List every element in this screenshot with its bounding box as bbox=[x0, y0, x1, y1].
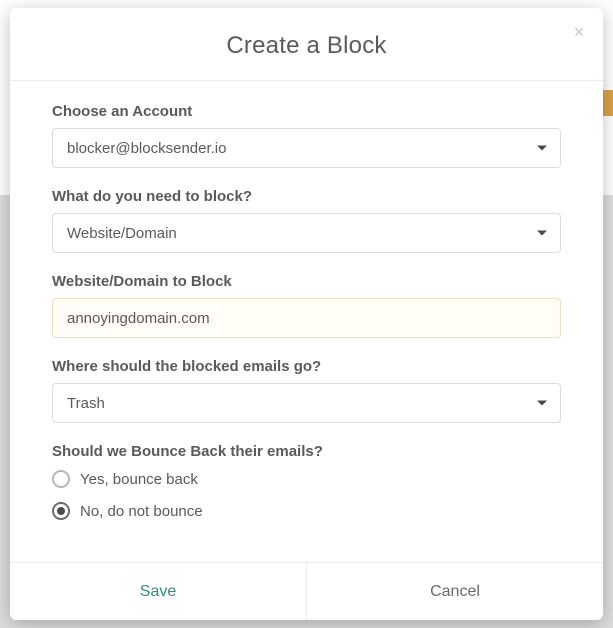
bounce-no-radio[interactable]: No, do not bounce bbox=[52, 502, 561, 520]
modal-title: Create a Block bbox=[30, 32, 583, 60]
account-label: Choose an Account bbox=[52, 103, 561, 120]
destination-field: Where should the blocked emails go? Tras… bbox=[52, 358, 561, 423]
destination-label: Where should the blocked emails go? bbox=[52, 358, 561, 375]
modal-header: Create a Block × bbox=[10, 8, 603, 81]
block-type-label: What do you need to block? bbox=[52, 188, 561, 205]
save-button[interactable]: Save bbox=[10, 563, 307, 620]
account-select[interactable]: blocker@blocksender.io bbox=[52, 128, 561, 168]
block-type-field: What do you need to block? Website/Domai… bbox=[52, 188, 561, 253]
radio-dot-icon bbox=[57, 507, 65, 515]
cancel-button[interactable]: Cancel bbox=[307, 563, 603, 620]
block-type-select-wrap: Website/Domain bbox=[52, 213, 561, 253]
bounce-radio-group: Yes, bounce back No, do not bounce bbox=[52, 470, 561, 520]
account-field: Choose an Account blocker@blocksender.io bbox=[52, 103, 561, 168]
block-type-select[interactable]: Website/Domain bbox=[52, 213, 561, 253]
modal-body: Choose an Account blocker@blocksender.io… bbox=[10, 81, 603, 562]
bounce-yes-radio[interactable]: Yes, bounce back bbox=[52, 470, 561, 488]
target-input[interactable] bbox=[52, 298, 561, 338]
background-badge bbox=[603, 90, 613, 116]
account-select-value: blocker@blocksender.io bbox=[67, 140, 226, 157]
bounce-yes-label: Yes, bounce back bbox=[80, 471, 198, 488]
bounce-label: Should we Bounce Back their emails? bbox=[52, 443, 561, 460]
bounce-field: Should we Bounce Back their emails? Yes,… bbox=[52, 443, 561, 520]
destination-select[interactable]: Trash bbox=[52, 383, 561, 423]
destination-select-value: Trash bbox=[67, 395, 105, 412]
close-icon[interactable]: × bbox=[569, 22, 589, 42]
radio-icon bbox=[52, 470, 70, 488]
account-select-wrap: blocker@blocksender.io bbox=[52, 128, 561, 168]
block-type-select-value: Website/Domain bbox=[67, 225, 177, 242]
target-field: Website/Domain to Block bbox=[52, 273, 561, 338]
modal-footer: Save Cancel bbox=[10, 562, 603, 620]
bounce-no-label: No, do not bounce bbox=[80, 503, 203, 520]
target-label: Website/Domain to Block bbox=[52, 273, 561, 290]
create-block-modal: Create a Block × Choose an Account block… bbox=[10, 8, 603, 620]
destination-select-wrap: Trash bbox=[52, 383, 561, 423]
radio-icon bbox=[52, 502, 70, 520]
